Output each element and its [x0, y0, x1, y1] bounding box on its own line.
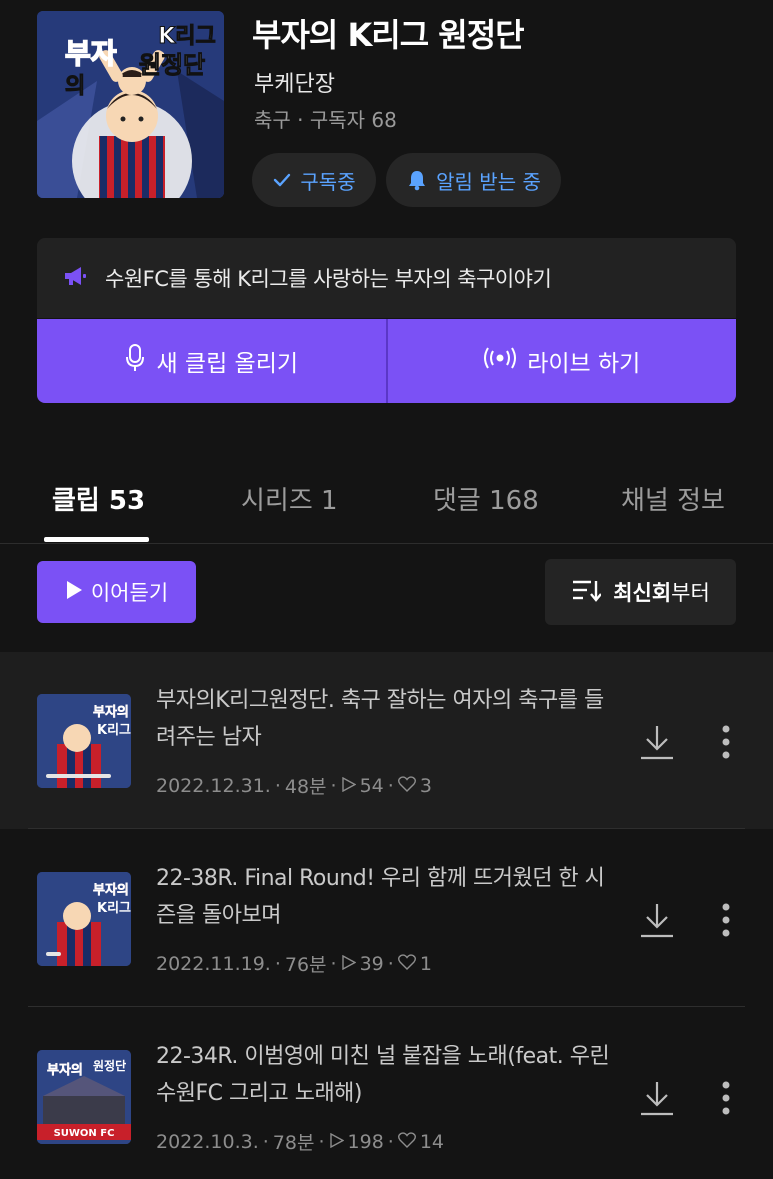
play-count-icon [341, 953, 357, 975]
microphone-icon [124, 343, 146, 379]
clip-item[interactable]: 부자의 K리그 부자의K리그원정단. 축구 잘하는 여자의 축구를 들려주는 남자… [0, 652, 773, 829]
clip-item[interactable]: SUWON FC 부자의 원정단 22-34R. 이범영에 미친 널 붙잡을 노래(… [0, 1008, 773, 1179]
divider [28, 828, 745, 829]
check-icon [272, 170, 292, 190]
channel-description: 수원FC를 통해 K리그를 사랑하는 부자의 축구이야기 [37, 238, 736, 318]
play-count-icon [341, 775, 357, 797]
megaphone-icon [63, 265, 87, 292]
alarm-label: 알림 받는 중 [436, 169, 541, 194]
clip-duration: 48분 [284, 776, 327, 798]
more-vertical-icon[interactable] [719, 902, 733, 938]
channel-author[interactable]: 부케단장 [254, 66, 335, 98]
subscribe-label: 구독중 [300, 169, 356, 194]
sort-icon [571, 578, 603, 607]
svg-text:SUWON FC: SUWON FC [54, 1128, 115, 1139]
play-count-icon [329, 1131, 344, 1153]
live-button[interactable]: 라이브 하기 [385, 319, 736, 403]
clip-meta: 2022.11.19. · 76분 · 39 · 1 [156, 950, 432, 977]
live-label: 라이브 하기 [527, 351, 641, 377]
svg-text:부자의: 부자의 [47, 1062, 83, 1078]
clip-meta: 2022.12.31. · 48분 · 54 · 3 [156, 772, 432, 799]
clip-likes: 1 [419, 952, 432, 975]
cover-text-kleague: K리그 [158, 24, 216, 49]
clip-likes: 3 [419, 774, 432, 797]
clip-title: 22-34R. 이범영에 미친 널 붙잡을 노래(feat. 우린 수원FC 그… [156, 1044, 610, 1106]
sort-label-bold: 최신회 [613, 581, 672, 605]
cover-text-buja: 부자 [65, 37, 117, 70]
clip-duration: 76분 [284, 954, 327, 976]
clip-plays: 39 [359, 952, 384, 975]
clip-title: 22-38R. Final Round! 우리 함께 뜨거웠던 한 시즌을 돌아… [156, 866, 605, 928]
subscribe-button[interactable]: 구독중 [252, 153, 376, 207]
clip-date: 2022.10.3. [156, 1130, 259, 1153]
clip-thumbnail: 부자의 K리그 [37, 694, 131, 788]
cover-text-wonjeongdan: 원정단 [139, 51, 205, 79]
channel-title: 부자의 K리그 원정단 [252, 16, 525, 54]
clip-thumbnail: SUWON FC 부자의 원정단 [37, 1050, 131, 1144]
channel-cover-image: K리그 부자 의 원정단 [37, 11, 224, 198]
clip-thumbnail: 부자의 K리그 [37, 872, 131, 966]
cover-text-ui: 의 [65, 74, 85, 99]
svg-text:원정단: 원정단 [93, 1058, 126, 1073]
heart-icon [397, 953, 416, 975]
continue-label: 이어듣기 [90, 581, 169, 605]
download-icon[interactable] [638, 1078, 676, 1118]
clip-plays: 54 [359, 774, 384, 797]
download-icon[interactable] [638, 722, 676, 762]
heart-icon [397, 1131, 416, 1153]
download-icon[interactable] [638, 900, 676, 940]
clip-meta: 2022.10.3. · 78분 · 198 · 14 [156, 1128, 444, 1155]
new-clip-label: 새 클립 올리기 [156, 351, 299, 377]
sort-button[interactable]: 최신회부터 [545, 559, 736, 625]
tab-series[interactable]: 시리즈 1 [241, 480, 338, 517]
svg-text:K리그: K리그 [97, 900, 131, 916]
clip-plays: 198 [347, 1130, 384, 1153]
sort-label-rest: 부터 [671, 581, 710, 605]
svg-text:부자의: 부자의 [93, 704, 129, 720]
bell-icon [406, 169, 428, 191]
tab-channel-info[interactable]: 채널 정보 [621, 480, 725, 517]
clip-title: 부자의K리그원정단. 축구 잘하는 여자의 축구를 들려주는 남자 [156, 688, 604, 750]
more-vertical-icon[interactable] [719, 1080, 733, 1116]
continue-listening-button[interactable]: 이어듣기 [37, 561, 196, 623]
channel-actions: 새 클립 올리기 라이브 하기 [37, 319, 736, 403]
clip-progress-bar [46, 774, 111, 778]
clip-date: 2022.12.31. [156, 774, 271, 797]
heart-icon [397, 775, 416, 797]
tab-clips[interactable]: 클립 53 [52, 480, 145, 517]
channel-meta: 축구 · 구독자 68 [254, 108, 397, 132]
svg-text:K리그: K리그 [97, 722, 131, 738]
clip-item[interactable]: 부자의 K리그 22-38R. Final Round! 우리 함께 뜨거웠던 한… [0, 830, 773, 1007]
more-vertical-icon[interactable] [719, 724, 733, 760]
play-icon [65, 580, 83, 605]
alarm-button[interactable]: 알림 받는 중 [386, 153, 561, 207]
broadcast-icon [483, 346, 517, 376]
clip-likes: 14 [419, 1130, 445, 1153]
new-clip-button[interactable]: 새 클립 올리기 [37, 319, 386, 403]
divider [28, 1006, 745, 1007]
svg-text:부자의: 부자의 [93, 882, 129, 898]
description-text: 수원FC를 통해 K리그를 사랑하는 부자의 축구이야기 [105, 267, 552, 291]
clip-date: 2022.11.19. [156, 952, 271, 975]
channel-tabs: 클립 53 시리즈 1 댓글 168 채널 정보 [0, 460, 773, 544]
clip-duration: 78분 [272, 1132, 315, 1154]
clip-progress-bar [46, 952, 62, 956]
tab-comments[interactable]: 댓글 168 [433, 480, 539, 517]
active-tab-indicator [44, 537, 149, 542]
